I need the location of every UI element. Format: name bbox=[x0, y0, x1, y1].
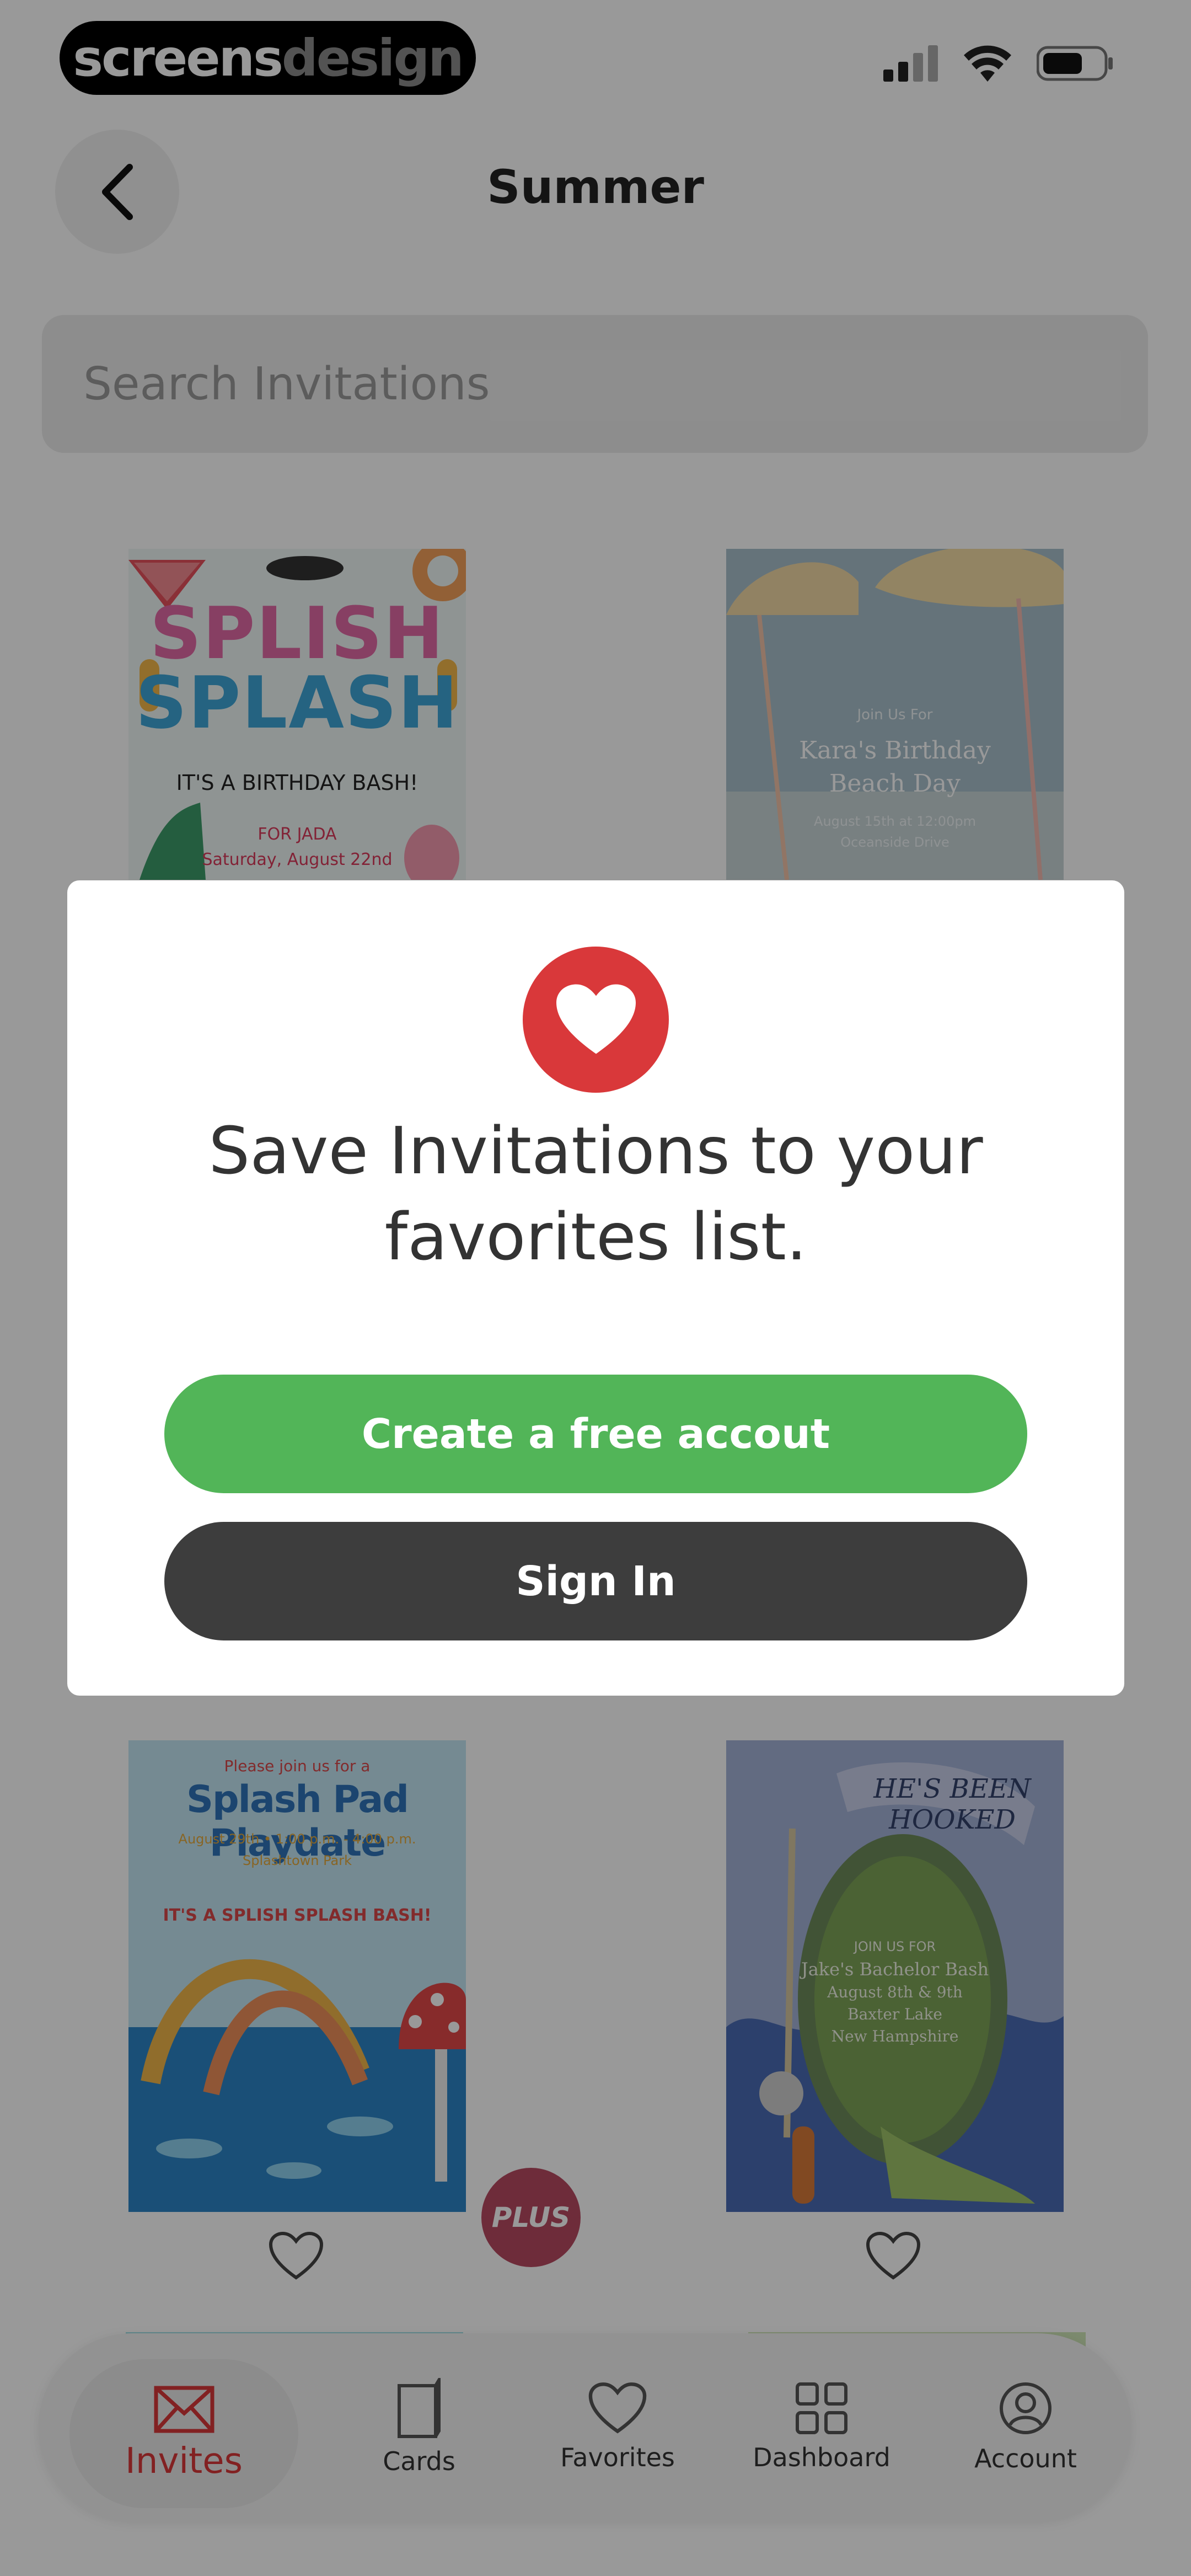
heart-icon bbox=[556, 984, 636, 1054]
sign-in-button[interactable]: Sign In bbox=[164, 1522, 1027, 1640]
screen: screens design Summer Search Invitations… bbox=[0, 0, 1191, 2576]
modal-message: Save Invitations to your favorites list. bbox=[208, 1113, 983, 1275]
heart-badge bbox=[523, 947, 669, 1093]
create-account-button[interactable]: Create a free accout bbox=[164, 1375, 1027, 1493]
favorites-modal: Save Invitations to your favorites list.… bbox=[67, 880, 1124, 1696]
